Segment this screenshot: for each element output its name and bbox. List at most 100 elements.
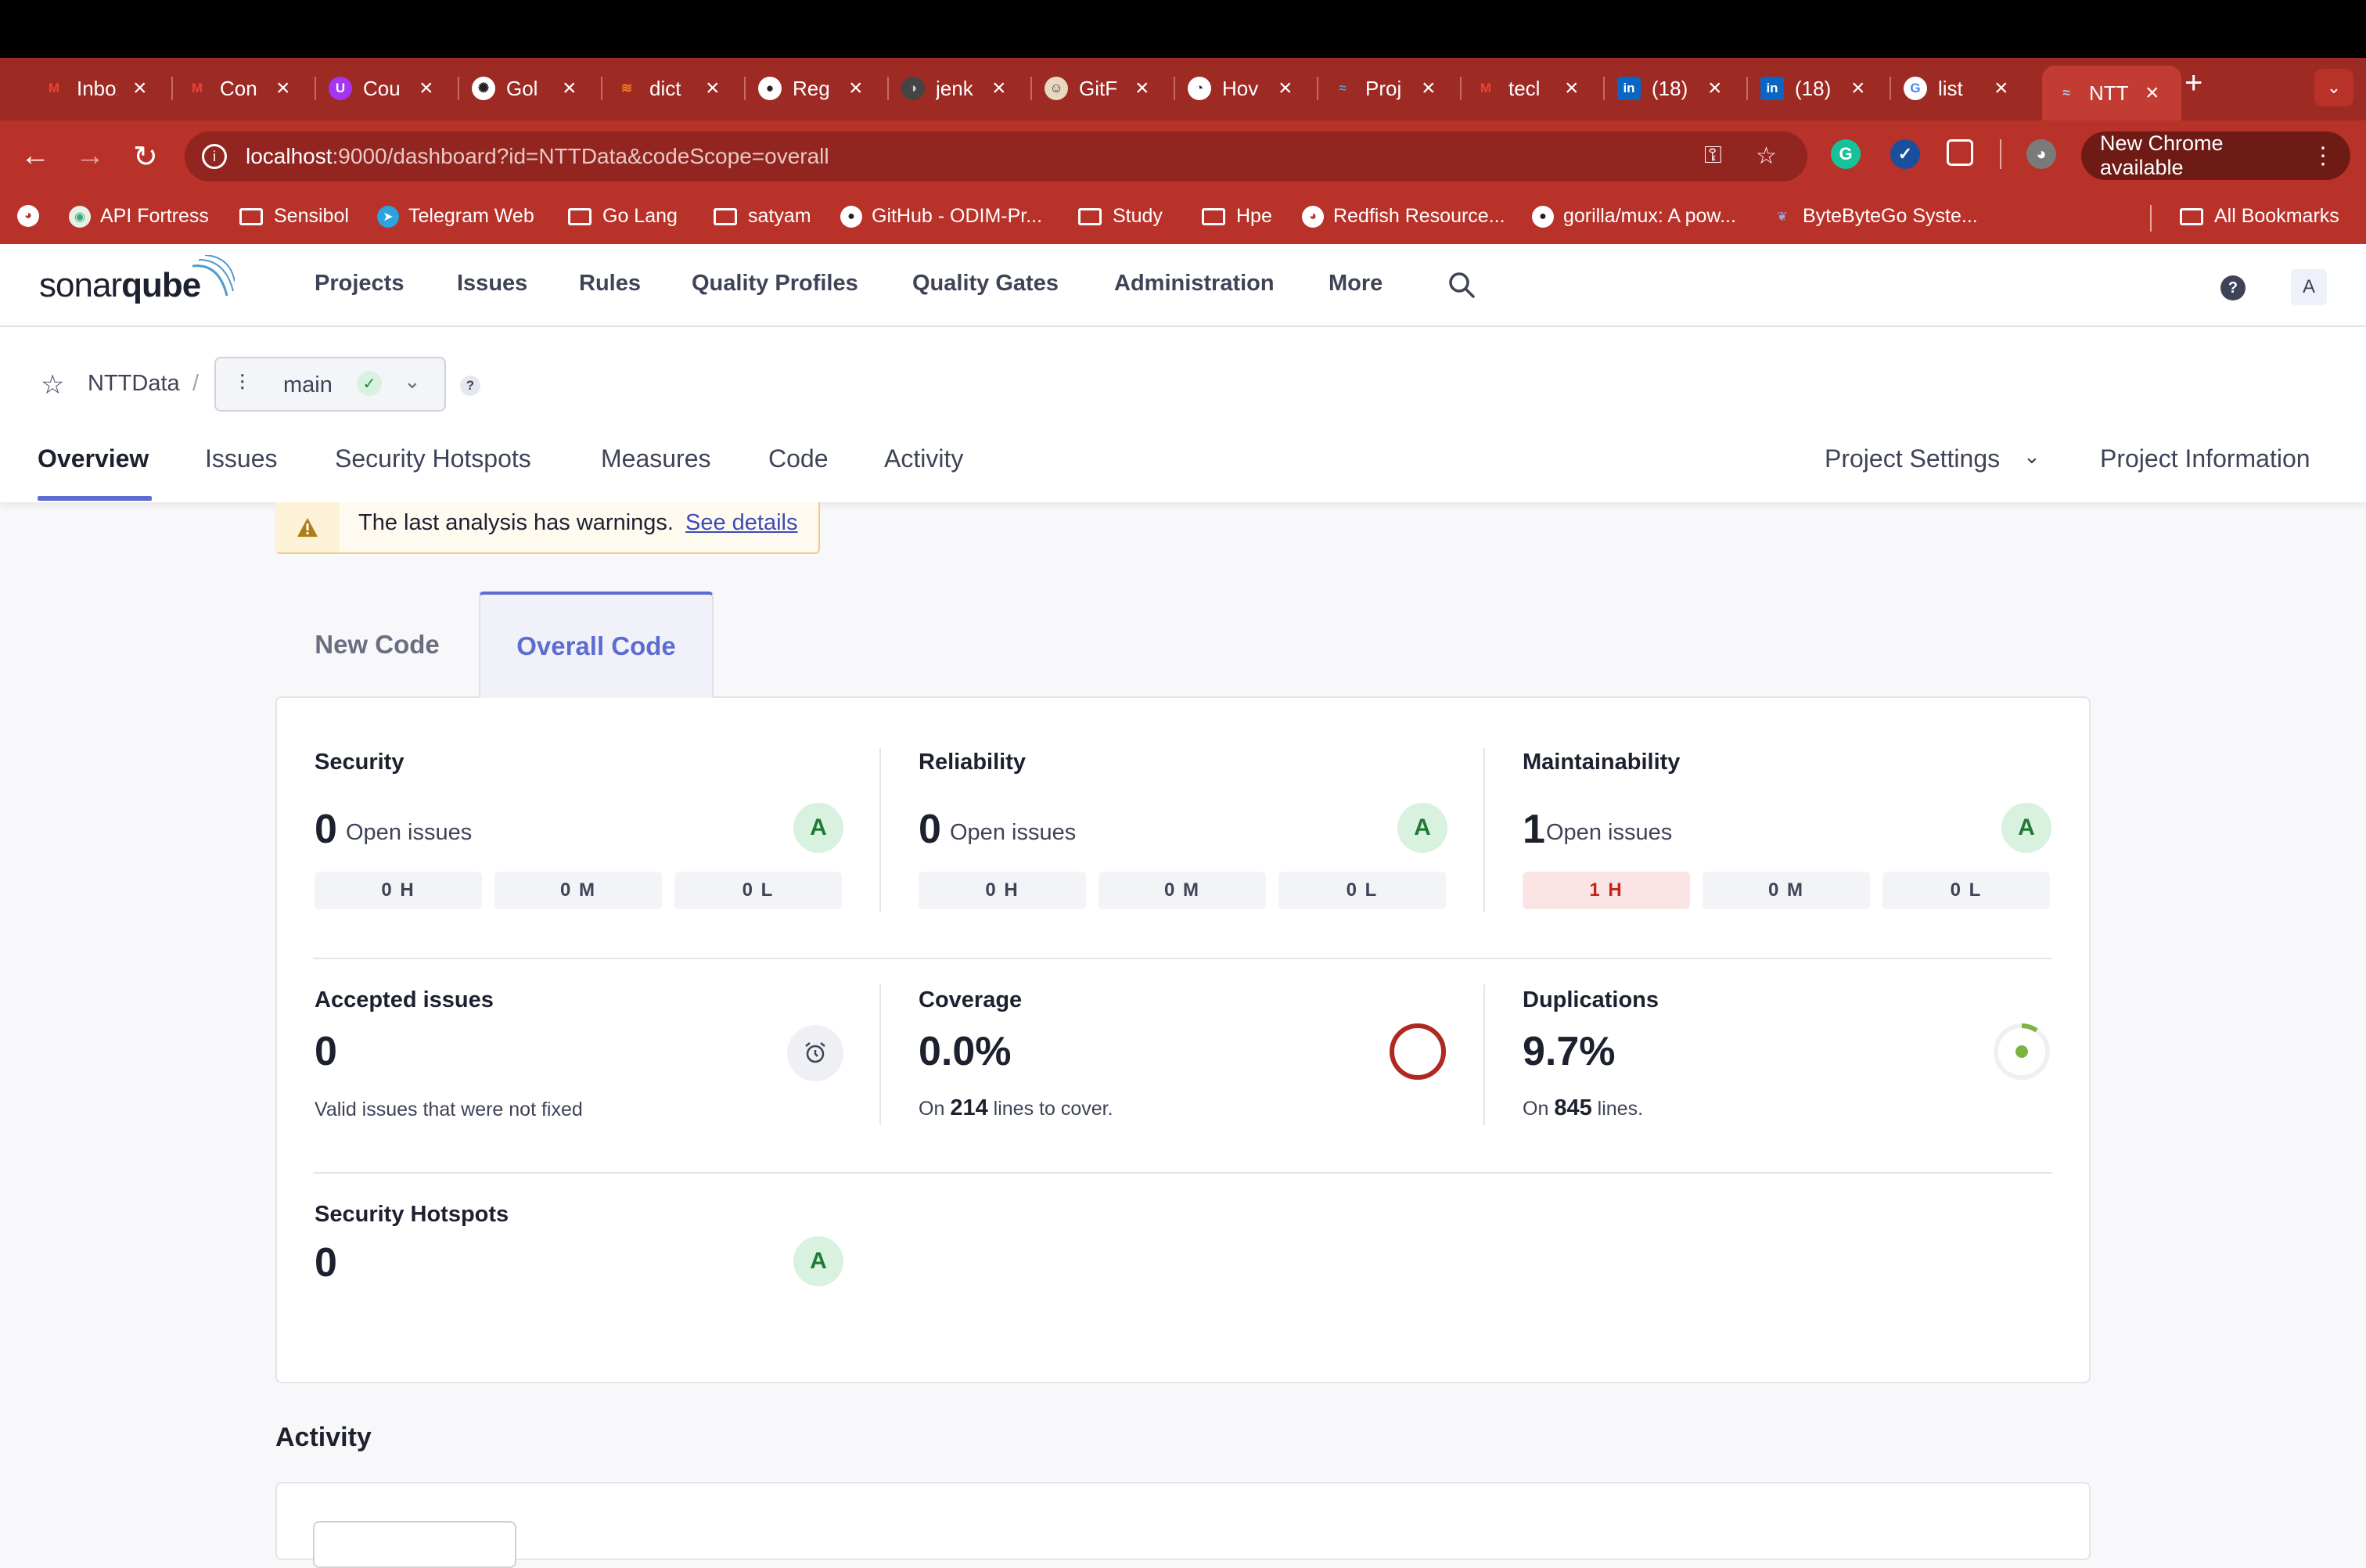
tab-security-hotspots[interactable]: Security Hotspots (335, 444, 531, 473)
bookmark-folder[interactable]: Study (1078, 205, 1163, 228)
bookmark-item[interactable]: ❦ ByteByteGo Syste... (1771, 205, 1977, 228)
nav-projects[interactable]: Projects (315, 271, 404, 297)
security-low-issues[interactable]: 0 L (674, 872, 842, 909)
maintainability-medium-issues[interactable]: 0 M (1703, 872, 1870, 909)
project-information[interactable]: Project Information (2100, 444, 2310, 473)
close-icon[interactable]: × (276, 75, 290, 102)
site-info-icon[interactable]: i (202, 144, 227, 169)
star-icon[interactable]: ☆ (1756, 142, 1777, 170)
tab-code[interactable]: Code (768, 444, 829, 473)
nav-rules[interactable]: Rules (579, 271, 641, 297)
apps-icon[interactable]: ◕ (17, 205, 39, 227)
browser-tab[interactable]: ≋ dict × (602, 66, 746, 111)
tab-measures[interactable]: Measures (601, 444, 711, 473)
bookmark-item[interactable]: ◉ API Fortress (69, 205, 209, 228)
branch-help-icon[interactable]: ? (460, 376, 480, 396)
tab-new-code[interactable]: New Code (275, 593, 479, 696)
search-icon[interactable] (1447, 271, 1476, 299)
browser-tab[interactable]: ≈ Proj × (1318, 66, 1462, 111)
accepted-issues-count[interactable]: 0 (315, 1028, 337, 1075)
url-text[interactable]: localhost:9000/dashboard?id=NTTData&code… (246, 144, 829, 169)
reliability-grade[interactable]: A (1397, 803, 1447, 853)
close-icon[interactable]: × (1278, 75, 1293, 102)
close-icon[interactable]: × (419, 75, 433, 102)
browser-tab[interactable]: in (18) × (1748, 66, 1891, 111)
browser-tab[interactable]: Glist × (1891, 66, 2034, 111)
browser-tab[interactable]: U Cou × (316, 66, 459, 111)
browser-tab[interactable]: ● Reg × (746, 66, 889, 111)
bookmark-item[interactable]: ● GitHub - ODIM-Pr... (840, 205, 1042, 228)
reload-icon[interactable]: ↻ (133, 139, 158, 174)
browser-tab[interactable]: ◔ Hov × (1175, 66, 1318, 111)
see-details-link[interactable]: See details (685, 510, 798, 536)
close-icon[interactable]: × (1708, 75, 1722, 102)
maintainability-open-issues-count[interactable]: 1 (1523, 806, 1545, 853)
sonarqube-logo[interactable]: sonarqube (39, 255, 235, 305)
browser-tab-active[interactable]: ≈ NTT × (2042, 66, 2181, 120)
security-hotspots-grade[interactable]: A (793, 1236, 843, 1286)
close-icon[interactable]: × (992, 75, 1006, 102)
browser-tab[interactable]: Mtecl × (1462, 66, 1605, 111)
close-icon[interactable]: × (133, 75, 147, 102)
security-grade[interactable]: A (793, 803, 843, 853)
project-name[interactable]: NTTData (88, 371, 180, 397)
extensions-puzzle-icon[interactable] (1947, 139, 1973, 166)
close-icon[interactable]: × (1135, 75, 1149, 102)
duplications-value[interactable]: 9.7% (1523, 1028, 1616, 1075)
browser-tab[interactable]: in (18) × (1605, 66, 1748, 111)
security-medium-issues[interactable]: 0 M (494, 872, 662, 909)
key-icon[interactable]: ⚿ (1704, 142, 1722, 169)
bookmark-folder[interactable]: Hpe (1202, 205, 1272, 228)
browser-tab[interactable]: M Con × (173, 66, 316, 111)
nav-quality-profiles[interactable]: Quality Profiles (692, 271, 858, 297)
grammarly-icon[interactable]: G (1831, 139, 1861, 169)
tab-activity[interactable]: Activity (884, 444, 963, 473)
tab-overview[interactable]: Overview (38, 444, 149, 473)
tab-search-button[interactable]: ⌄ (2314, 69, 2353, 106)
reliability-low-issues[interactable]: 0 L (1278, 872, 1446, 909)
coverage-ring[interactable] (1388, 1022, 1447, 1081)
help-icon[interactable]: ? (2220, 275, 2246, 300)
maintainability-grade[interactable]: A (2001, 803, 2051, 853)
security-hotspots-count[interactable]: 0 (315, 1239, 337, 1286)
back-icon[interactable]: ← (20, 139, 50, 173)
reliability-open-issues-count[interactable]: 0 (919, 806, 941, 853)
tab-issues[interactable]: Issues (205, 444, 277, 473)
close-icon[interactable]: × (563, 75, 577, 102)
favorite-star-icon[interactable]: ☆ (41, 369, 64, 401)
activity-graph-selector[interactable] (313, 1521, 516, 1568)
extension-check-icon[interactable]: ✓ (1890, 139, 1920, 169)
close-icon[interactable]: × (1851, 75, 1865, 102)
bookmark-folder[interactable]: Sensibol (239, 205, 349, 228)
close-icon[interactable]: × (2145, 80, 2159, 106)
close-icon[interactable]: × (1565, 75, 1579, 102)
bookmark-item[interactable]: ◕ Redfish Resource... (1302, 205, 1505, 228)
forward-icon[interactable]: → (75, 139, 105, 173)
maintainability-low-issues[interactable]: 0 L (1882, 872, 2050, 909)
tab-overall-code[interactable]: Overall Code (479, 592, 714, 698)
duplications-ring[interactable] (1992, 1022, 2051, 1081)
user-avatar[interactable]: A (2291, 269, 2327, 305)
all-bookmarks[interactable]: All Bookmarks (2180, 205, 2339, 228)
coverage-value[interactable]: 0.0% (919, 1028, 1012, 1075)
security-open-issues-count[interactable]: 0 (315, 806, 337, 853)
bookmark-item[interactable]: ● gorilla/mux: A pow... (1532, 205, 1736, 228)
reliability-medium-issues[interactable]: 0 M (1098, 872, 1266, 909)
new-chrome-available-button[interactable]: New Chrome available ⋮ (2081, 131, 2350, 180)
nav-administration[interactable]: Administration (1114, 271, 1275, 297)
close-icon[interactable]: × (1422, 75, 1436, 102)
nav-issues[interactable]: Issues (457, 271, 527, 297)
close-icon[interactable]: × (706, 75, 720, 102)
new-tab-button[interactable]: + (2184, 66, 2202, 101)
close-icon[interactable]: × (1994, 75, 2008, 102)
browser-tab[interactable]: ◑ jenk × (889, 66, 1032, 111)
browser-tab[interactable]: ☺ GitF × (1032, 66, 1175, 111)
profile-avatar[interactable]: ◕ (2026, 139, 2056, 169)
browser-tab[interactable]: ✺ Gol × (459, 66, 602, 111)
maintainability-high-issues[interactable]: 1 H (1523, 872, 1690, 909)
bookmark-folder[interactable]: Go Lang (568, 205, 678, 228)
nav-quality-gates[interactable]: Quality Gates (912, 271, 1059, 297)
bookmark-item[interactable]: ➤ Telegram Web (377, 205, 534, 228)
reliability-high-issues[interactable]: 0 H (919, 872, 1086, 909)
browser-tab[interactable]: MInbox× (30, 66, 173, 111)
